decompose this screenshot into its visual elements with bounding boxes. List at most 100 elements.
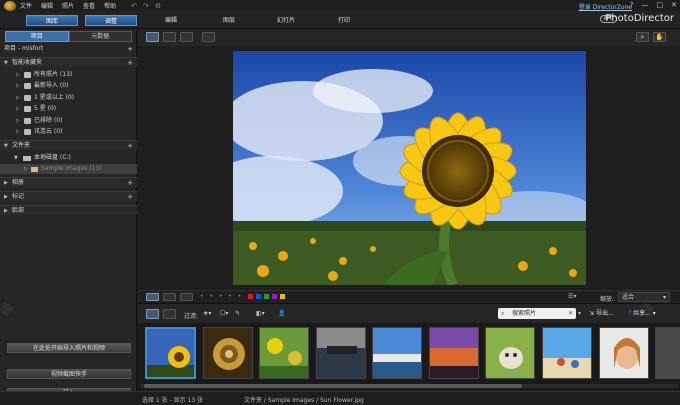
thumbnail-portrait[interactable] (599, 327, 649, 379)
video-assistant-button[interactable]: 视频截图快手 (7, 369, 131, 379)
redo-icon[interactable]: ↷ (143, 2, 149, 10)
add-tag-icon[interactable]: + (127, 192, 133, 202)
collection-label: 1 星或以上 (0) (34, 94, 75, 101)
thumbnail-flowers[interactable] (259, 327, 309, 379)
edit-filter-icon[interactable]: ✎ (235, 310, 240, 317)
search-icon: ⌕ (501, 310, 505, 317)
filter-view-a-button[interactable] (146, 309, 159, 319)
minimize-icon[interactable]: — (642, 1, 649, 9)
tab-print[interactable]: 打印 (318, 15, 370, 26)
maximize-icon[interactable]: □ (657, 1, 664, 9)
main-photo[interactable] (233, 51, 586, 285)
thumbnail-sunflower[interactable] (145, 327, 196, 379)
check-filter-icon[interactable]: ☐▾ (220, 310, 228, 317)
collection-label: 最新导入 (0) (34, 82, 69, 89)
collection-item[interactable]: ▷ 5 星 (0) (0, 104, 137, 114)
drive-item[interactable]: ▼ 本地磁盘 (C:) (0, 153, 137, 163)
sort-icon[interactable]: ☰▾ (568, 293, 576, 300)
collection-item[interactable]: ▷ 最新导入 (0) (0, 81, 137, 91)
expand-triangle-icon: ▶ (4, 194, 8, 200)
menu-photo[interactable]: 照片 (62, 1, 74, 10)
filmstrip-scrollbar[interactable] (140, 384, 678, 388)
import-tip-button[interactable]: 在此处开始导入照片和视频 (7, 343, 131, 353)
close-icon[interactable]: ✕ (671, 1, 677, 9)
filter-bar: 过滤: ★▾ ☐▾ ✎ ◧▾ 👤 ⌕ 搜索照片 ✕ ▾ ⇲ 导出... f 共享..… (138, 303, 680, 323)
help-icon[interactable]: ? (630, 1, 634, 9)
color-label-swatch[interactable] (248, 294, 253, 299)
collection-label: 已排除 (0) (34, 117, 63, 124)
hand-icon[interactable]: ✋ (653, 32, 666, 42)
filter-view-b-button[interactable] (163, 309, 176, 319)
thumbnail-partial[interactable] (655, 327, 680, 379)
tab-library[interactable]: 图库 (26, 15, 78, 26)
folder-icon (31, 167, 38, 172)
menu-view[interactable]: 查看 (83, 1, 95, 10)
collection-item[interactable]: ▷ 所有照片 (13) (0, 70, 137, 80)
thumbnail-cat[interactable] (485, 327, 535, 379)
menu-file[interactable]: 文件 (20, 1, 32, 10)
view-single-button[interactable] (146, 32, 159, 42)
export-label: 导出... (595, 310, 614, 317)
tab-edit[interactable]: 编辑 (145, 15, 197, 26)
thumbnail-dock[interactable] (316, 327, 366, 379)
smart-collections-header[interactable]: ▼ 智能收藏夹 + (0, 57, 137, 67)
view-compare-button[interactable] (163, 32, 176, 42)
collection-label: 讯连云 (0) (34, 128, 63, 135)
folders-header[interactable]: ▼ 文件夹 + (0, 140, 137, 150)
albums-header[interactable]: ▶ 相册 + (0, 177, 137, 187)
tags-header[interactable]: ▶ 标记 + (0, 191, 137, 201)
undo-icon[interactable]: ↶ (131, 2, 137, 10)
expand-triangle-icon: ▶ (4, 180, 8, 186)
thumbnail-beach[interactable] (542, 327, 592, 379)
file-path: 文件夹 / Sample Images / Sun Flower.jpg (244, 397, 364, 404)
add-album-icon[interactable]: + (127, 178, 133, 188)
thumbnail-sunset[interactable] (429, 327, 479, 379)
drive-icon (23, 156, 31, 161)
collapse-triangle-icon: ▼ (4, 60, 8, 66)
thumbnail-shell[interactable] (203, 327, 253, 379)
scrollbar-thumb[interactable] (144, 384, 522, 388)
tags-title: 标记 (12, 193, 25, 200)
thumbnail-lake[interactable] (372, 327, 422, 379)
close-icon[interactable]: ✕ (568, 308, 573, 319)
login-link[interactable]: 登录 DirectorZone (579, 2, 632, 11)
collection-item[interactable]: ▷ 已排除 (0) (0, 116, 137, 126)
collection-item[interactable]: ▷ 讯连云 (0) (0, 127, 137, 137)
add-folder-icon[interactable]: + (127, 141, 133, 151)
tab-slideshow[interactable]: 幻灯片 (260, 15, 312, 26)
menu-bar: 文件 编辑 照片 查看 帮助 ↶ ↷ ⚙ 登录 DirectorZone ? —… (0, 0, 680, 11)
search-input[interactable]: ⌕ 搜索照片 ✕ (498, 308, 576, 319)
chevron-down-icon: ▾ (662, 294, 666, 301)
drive-label: 本地磁盘 (C:) (34, 154, 71, 161)
color-label-swatch[interactable] (272, 294, 277, 299)
faces-header[interactable]: ▶ 脸部 (0, 205, 137, 215)
expand-triangle-icon: ▷ (16, 129, 20, 135)
search-icon[interactable]: ⌕ (636, 32, 649, 42)
menu-help[interactable]: 帮助 (104, 1, 116, 10)
settings-icon[interactable]: ⚙ (155, 2, 161, 10)
tab-adjust[interactable]: 调整 (85, 15, 137, 26)
add-project-icon[interactable]: + (127, 44, 133, 54)
collection-item[interactable]: ▷ 1 星或以上 (0) (0, 93, 137, 103)
color-label-swatch[interactable] (256, 294, 261, 299)
face-filter-icon[interactable]: 👤 (278, 310, 285, 317)
view-fullscreen-button[interactable] (202, 32, 215, 42)
color-label-swatch[interactable] (280, 294, 285, 299)
color-label-swatch[interactable] (264, 294, 269, 299)
folder-item[interactable]: ▷ Sample Images (13) (0, 164, 137, 174)
flag-filter-icon[interactable]: ★▾ (203, 310, 211, 317)
rating-dots[interactable]: • • • • • (200, 293, 243, 300)
tab-project[interactable]: 项目 (5, 31, 69, 42)
search-options-icon[interactable]: ▾ (578, 310, 581, 317)
tab-layers[interactable]: 图层 (203, 15, 255, 26)
filmstrip-view-button[interactable] (146, 293, 159, 301)
label-filter-icon[interactable]: ◧▾ (256, 310, 265, 317)
menu-edit[interactable]: 编辑 (41, 1, 53, 10)
tab-metadata[interactable]: 元数据 (68, 31, 132, 42)
list-view-button[interactable] (180, 293, 193, 301)
grid-view-button[interactable] (163, 293, 176, 301)
collection-icon (24, 118, 31, 124)
view-grid-button[interactable] (180, 32, 193, 42)
add-collection-icon[interactable]: + (127, 58, 133, 68)
export-button[interactable]: ⇲ 导出... (586, 308, 617, 319)
